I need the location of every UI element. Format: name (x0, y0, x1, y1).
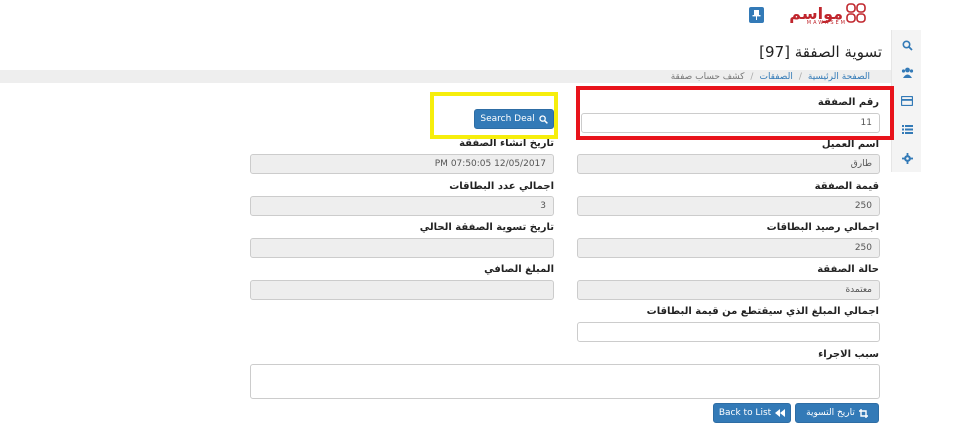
deal-value-label: قيمة الصفقة (814, 181, 879, 192)
top-bar: مواسم MAWASEM (0, 0, 921, 30)
deduct-total-label: اجمالي المبلغ الذي سيقتطع من قيمة البطاق… (646, 306, 879, 317)
settlement-date-field (250, 238, 554, 258)
deal-value-field: 250 (577, 196, 880, 216)
sidebar-search[interactable] (892, 35, 922, 55)
crop-icon (858, 408, 868, 418)
breadcrumb: الصفحة الرئيسية / الصفقات / كشف حساب صفقة (671, 72, 870, 82)
breadcrumb-deals[interactable]: الصفقات (759, 72, 792, 82)
sidebar-cards[interactable] (892, 91, 922, 111)
cards-balance-label: اجمالي رصيد البطاقات (766, 222, 879, 233)
deal-number-highlight (576, 86, 894, 140)
customer-name-label: أسم العميل (821, 139, 879, 150)
created-date-label: تاريخ انشاء الصفقة (459, 138, 554, 149)
cards-count-field: 3 (250, 196, 554, 216)
logo-mark-icon (846, 3, 866, 23)
brand-tagline: MAWASEM (806, 20, 847, 26)
breadcrumb-current: كشف حساب صفقة (670, 72, 745, 82)
search-button-highlight (430, 92, 558, 139)
deduct-total-input[interactable] (577, 322, 880, 342)
settlement-date-label: تاريخ تسوية الصفقة الحالي (419, 222, 554, 233)
sidebar (891, 30, 921, 172)
cards-balance-field: 250 (577, 238, 880, 258)
pin-button[interactable] (749, 7, 764, 23)
backward-icon (775, 409, 786, 417)
page-title: تسوية الصفقة [97] (759, 43, 882, 61)
back-to-list-button[interactable]: Back to List (713, 403, 791, 423)
pin-icon (752, 10, 761, 20)
created-date-field: 12/05/2017 07:50:05 PM (250, 154, 554, 174)
settle-button[interactable]: تاريخ التسوية (795, 403, 879, 423)
breadcrumb-home[interactable]: الصفحة الرئيسية (808, 72, 870, 82)
list-icon (901, 124, 913, 134)
net-amount-field (250, 280, 554, 300)
net-amount-label: المبلغ الصافي (484, 264, 554, 275)
back-to-list-label: Back to List (718, 408, 772, 418)
cards-count-label: اجمالي عدد البطاقات (449, 181, 554, 192)
reason-label: سبب الاجراء (818, 349, 879, 360)
sidebar-settings[interactable] (892, 148, 922, 168)
users-icon (901, 67, 913, 78)
breadcrumb-separator: / (798, 72, 802, 82)
breadcrumb-separator: / (750, 72, 754, 82)
sidebar-users[interactable] (892, 62, 922, 82)
search-icon (901, 39, 913, 51)
reason-textarea[interactable] (250, 364, 880, 399)
customer-name-field: طارق (577, 154, 880, 174)
gear-icon (901, 152, 913, 164)
settle-label: تاريخ التسوية (806, 408, 855, 418)
deal-status-field: معتمدة (577, 280, 880, 300)
sidebar-list[interactable] (892, 119, 922, 139)
deal-status-label: حالة الصفقة (817, 264, 879, 275)
card-icon (901, 96, 913, 106)
